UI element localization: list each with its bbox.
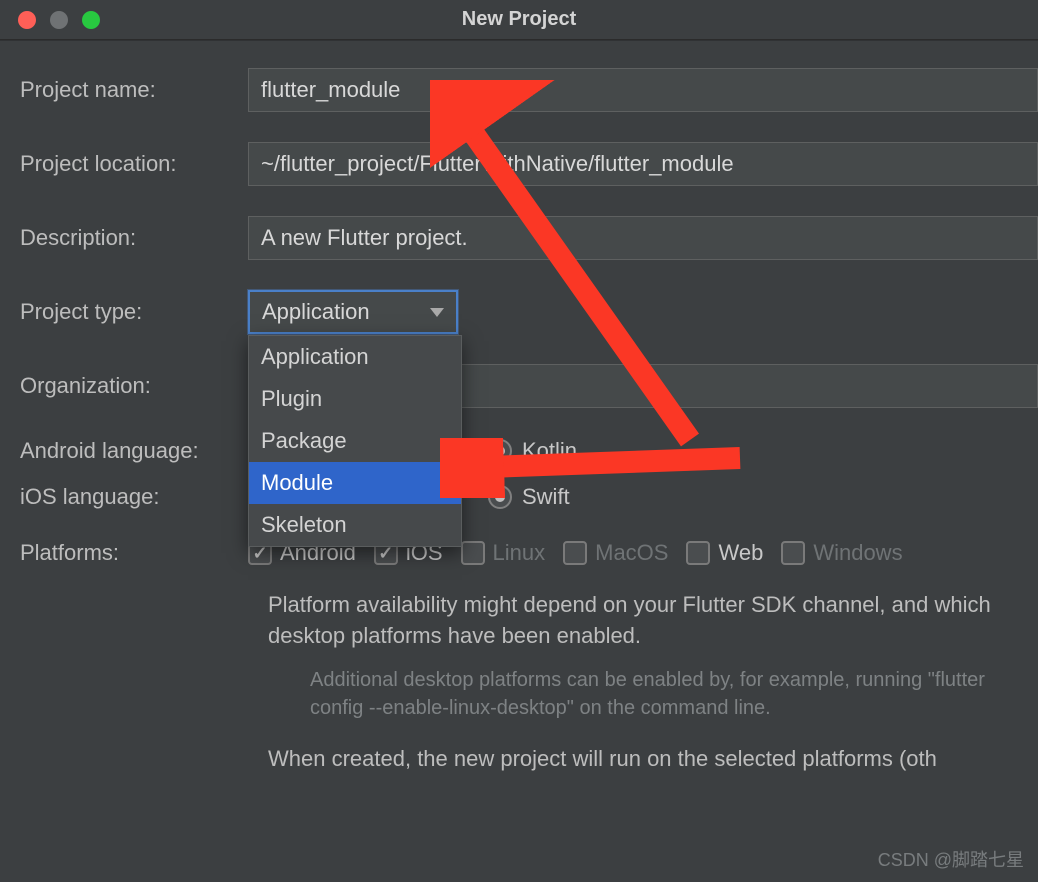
platform-checkbox-linux[interactable]: Linux [461,540,546,566]
chevron-down-icon [430,308,444,317]
watermark: CSDN @脚踏七星 [878,846,1024,872]
dropdown-item[interactable]: Application [249,336,461,378]
traffic-lights [18,11,100,29]
description-label: Description: [20,225,248,251]
project-location-input[interactable] [248,142,1038,186]
android-lang-radio-kotlin[interactable]: Kotlin [488,438,577,464]
close-window-button[interactable] [18,11,36,29]
titlebar: New Project [0,0,1038,40]
project-type-label: Project type: [20,299,248,325]
dropdown-item[interactable]: Package [249,420,461,462]
checkbox-label: MacOS [595,540,668,566]
radio-icon [488,485,512,509]
project-location-label: Project location: [20,151,248,177]
android-language-label: Android language: [20,438,248,464]
radio-icon [488,439,512,463]
desktop-hint-text: Additional desktop platforms can be enab… [310,666,1038,722]
checkbox-icon [686,541,710,565]
minimize-window-button[interactable] [50,11,68,29]
dropdown-item[interactable]: Module [249,462,461,504]
description-input[interactable] [248,216,1038,260]
platforms-label: Platforms: [20,540,248,566]
checkbox-label: Linux [493,540,546,566]
maximize-window-button[interactable] [82,11,100,29]
platform-info-text: Platform availability might depend on yo… [268,590,1038,652]
window-title: New Project [462,8,576,31]
checkbox-icon [781,541,805,565]
ios-lang-radio-swift[interactable]: Swift [488,484,570,510]
platform-checkbox-macos[interactable]: MacOS [563,540,668,566]
project-type-select[interactable]: Application [248,290,458,334]
checkbox-label: Windows [813,540,902,566]
project-type-selected: Application [262,299,370,325]
checkbox-icon [461,541,485,565]
checkbox-icon [563,541,587,565]
project-name-input[interactable] [248,68,1038,112]
organization-input[interactable] [460,364,1038,408]
platform-checkbox-windows[interactable]: Windows [781,540,902,566]
ios-language-label: iOS language: [20,484,248,510]
dropdown-item[interactable]: Skeleton [249,504,461,546]
organization-label: Organization: [20,373,248,399]
platform-checkbox-web[interactable]: Web [686,540,763,566]
radio-label: Swift [522,484,570,510]
run-info-text: When created, the new project will run o… [268,744,1038,775]
form-area: Project name: Project location: Descript… [0,40,1038,774]
dropdown-item[interactable]: Plugin [249,378,461,420]
project-type-dropdown[interactable]: ApplicationPluginPackageModuleSkeleton [248,335,462,547]
project-name-label: Project name: [20,77,248,103]
checkbox-label: Web [718,540,763,566]
radio-label: Kotlin [522,438,577,464]
